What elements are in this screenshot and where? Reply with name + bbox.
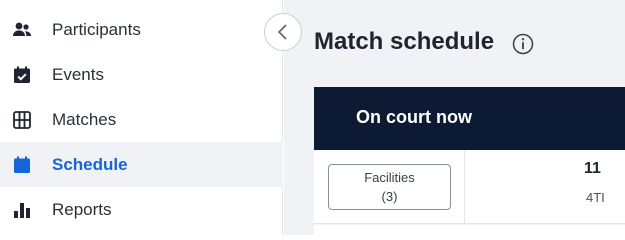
facilities-button[interactable]: Facilities (3) xyxy=(328,164,451,210)
calendar-check-icon xyxy=(14,66,30,83)
participants-icon xyxy=(13,22,31,36)
court-code: 4TI xyxy=(586,190,605,205)
chevron-left-icon xyxy=(277,24,287,40)
calendar-icon xyxy=(14,156,30,173)
page-title: Match schedule xyxy=(314,28,495,55)
sidebar-item-label: Events xyxy=(52,64,104,84)
facilities-count: (3) xyxy=(381,189,398,204)
facilities-label: Facilities xyxy=(364,170,415,185)
grid-icon xyxy=(13,110,31,129)
table-row xyxy=(314,225,625,235)
sidebar-item-label: Participants xyxy=(52,19,141,39)
sidebar-item-label: Reports xyxy=(52,199,112,219)
sidebar-item-schedule[interactable]: Schedule xyxy=(0,142,283,187)
sidebar-item-label: Schedule xyxy=(52,154,128,174)
bar-chart-icon xyxy=(14,202,30,218)
table-row: Facilities (3) 11 4TI xyxy=(314,150,625,224)
section-header-label: On court now xyxy=(356,107,472,127)
info-icon[interactable] xyxy=(511,32,535,56)
column-divider xyxy=(464,150,465,224)
sidebar-item-participants[interactable]: Participants xyxy=(0,7,283,52)
sidebar-item-matches[interactable]: Matches xyxy=(0,97,283,142)
collapse-sidebar-button[interactable] xyxy=(264,13,302,51)
sidebar-item-events[interactable]: Events xyxy=(0,52,283,97)
on-court-now-header: On court now xyxy=(314,87,625,150)
sidebar-item-reports[interactable]: Reports xyxy=(0,187,283,232)
app-window: Participants Events Matches Schedule Rep… xyxy=(0,0,625,235)
sidebar: Participants Events Matches Schedule Rep… xyxy=(0,0,283,235)
court-number: 11 xyxy=(584,160,601,177)
main-content: Match schedule On court now Facilities (… xyxy=(284,0,625,235)
sidebar-item-label: Matches xyxy=(52,109,117,129)
